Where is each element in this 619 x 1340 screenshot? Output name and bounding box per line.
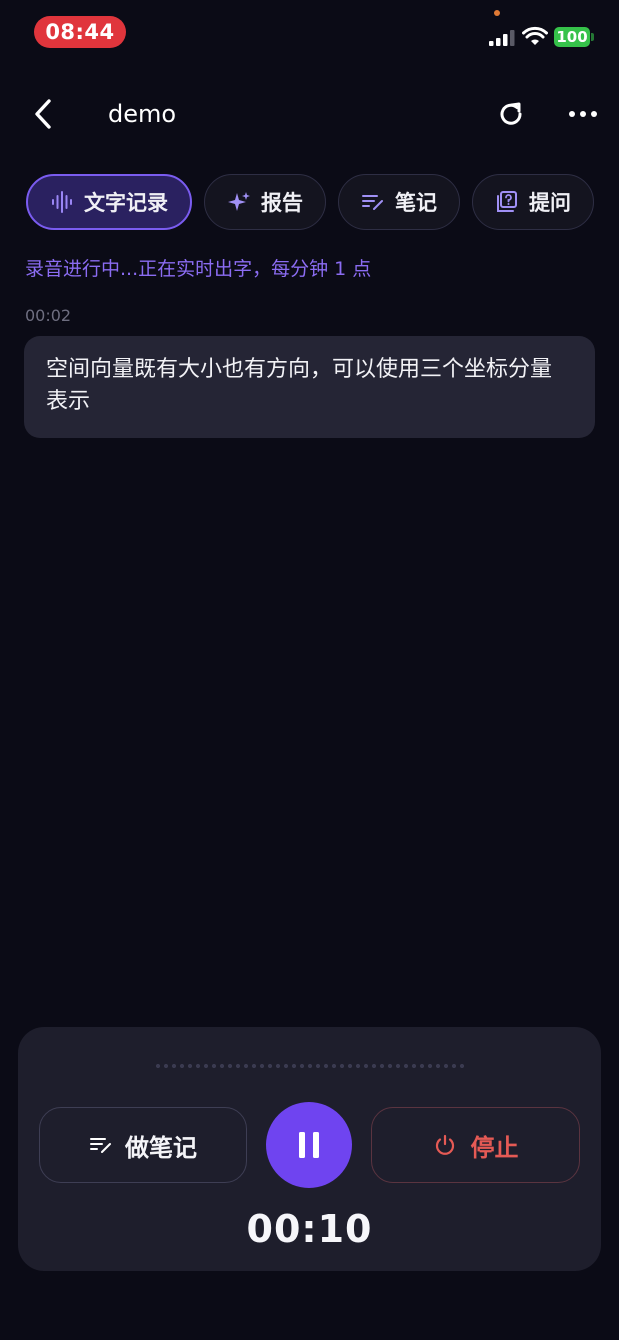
wifi-icon — [522, 26, 548, 45]
recording-timer: 00:10 — [246, 1207, 373, 1251]
note-pen-icon — [362, 195, 383, 210]
chevron-left-icon[interactable] — [28, 96, 58, 132]
recording-status-text: 录音进行中...正在实时出字，每分钟 1 点 — [25, 258, 372, 280]
stop-label: 停止 — [470, 1133, 519, 1162]
pause-icon — [299, 1132, 319, 1158]
tab-label: 文字记录 — [84, 191, 168, 215]
note-pen-icon — [90, 1138, 111, 1153]
tab-label: 报告 — [261, 191, 303, 215]
tab-report[interactable]: 报告 — [204, 174, 326, 230]
tab-label: 提问 — [529, 191, 571, 215]
tab-questions[interactable]: 提问 — [472, 174, 594, 230]
stop-button[interactable]: 停止 — [371, 1107, 580, 1183]
power-icon — [435, 1134, 454, 1155]
privacy-indicator-dot — [494, 10, 500, 16]
navigation-bar: demo — [0, 84, 619, 144]
battery-indicator: 100 — [554, 27, 590, 47]
take-note-label: 做笔记 — [125, 1133, 197, 1162]
question-card-icon — [497, 191, 517, 212]
status-time: 08:44 — [34, 16, 126, 48]
pause-button[interactable] — [266, 1102, 352, 1188]
status-bar: 08:44 100 — [0, 0, 619, 64]
take-note-button[interactable]: 做笔记 — [39, 1107, 247, 1183]
recording-control-panel: 做笔记 停止 00:10 — [18, 1027, 601, 1271]
more-horizontal-icon[interactable] — [566, 104, 600, 124]
battery-cap — [591, 33, 594, 41]
sparkle-icon — [228, 192, 250, 211]
refresh-icon[interactable] — [495, 98, 527, 130]
tab-label: 笔记 — [395, 191, 437, 215]
transcript-timestamp: 00:02 — [25, 306, 72, 325]
tab-notes[interactable]: 笔记 — [338, 174, 460, 230]
tab-bar: 文字记录 报告 笔记 提问 — [26, 174, 594, 230]
cellular-signal-icon — [489, 30, 515, 46]
tab-transcript[interactable]: 文字记录 — [26, 174, 192, 230]
waveform-icon — [52, 191, 72, 213]
page-title: demo — [108, 100, 177, 128]
audio-waveform — [154, 1063, 464, 1069]
transcript-bubble: 空间向量既有大小也有方向，可以使用三个坐标分量表示 — [24, 336, 595, 438]
